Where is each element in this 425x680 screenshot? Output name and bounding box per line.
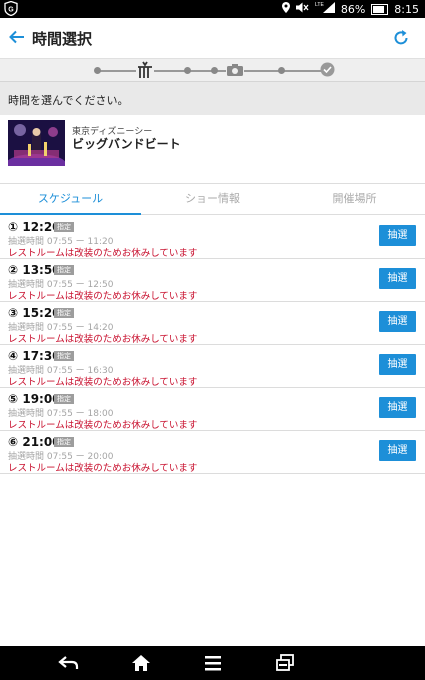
- show-time: ⑤ 19:00: [8, 392, 61, 406]
- progress-stepper: [0, 58, 425, 81]
- home-icon[interactable]: [130, 654, 152, 672]
- warning-text: レストルームは改装のためお休みしています: [8, 248, 198, 259]
- schedule-list: ① 12:20 指定 抽選時間 07:55 ー 11:20 レストルームは改装の…: [0, 216, 425, 474]
- lottery-button[interactable]: 抽選: [379, 225, 416, 246]
- schedule-row: ④ 17:30 指定 抽選時間 07:55 ー 16:30 レストルームは改装の…: [0, 345, 425, 388]
- step-dot: [94, 67, 101, 74]
- svg-text:G: G: [8, 7, 14, 14]
- warning-text: レストルームは改装のためお休みしています: [8, 334, 198, 345]
- status-bar: G LTE 86% 8:15: [0, 0, 425, 18]
- show-header: 東京ディズニーシー ビッグバンドビート: [0, 115, 425, 183]
- show-thumbnail: [8, 120, 65, 166]
- battery-percent: 86%: [340, 2, 366, 16]
- lottery-button[interactable]: 抽選: [379, 354, 416, 375]
- instruction-banner: 時間を選んでください。: [0, 81, 425, 116]
- designated-badge: 指定: [54, 308, 74, 318]
- designated-badge: 指定: [54, 394, 74, 404]
- show-time: ② 13:50: [8, 263, 61, 277]
- camera-icon: [226, 63, 244, 77]
- schedule-row: ② 13:50 指定 抽選時間 07:55 ー 12:50 レストルームは改装の…: [0, 259, 425, 302]
- designated-badge: 指定: [54, 437, 74, 447]
- show-time: ④ 17:30: [8, 349, 61, 363]
- designated-badge: 指定: [54, 222, 74, 232]
- warning-text: レストルームは改装のためお休みしています: [8, 420, 198, 431]
- step-dot: [184, 67, 191, 74]
- lottery-button[interactable]: 抽選: [379, 440, 416, 461]
- step-dot: [278, 67, 285, 74]
- mute-icon: [295, 2, 309, 17]
- designated-badge: 指定: [54, 265, 74, 275]
- instruction-text: 時間を選んでください。: [8, 94, 129, 107]
- lottery-button[interactable]: 抽選: [379, 397, 416, 418]
- check-circle-icon: [320, 62, 335, 77]
- menu-icon[interactable]: [202, 654, 224, 672]
- schedule-row: ⑥ 21:00 指定 抽選時間 07:55 ー 20:00 レストルームは改装の…: [0, 431, 425, 474]
- schedule-row: ① 12:20 指定 抽選時間 07:55 ー 11:20 レストルームは改装の…: [0, 216, 425, 259]
- show-name: ビッグバンドビート: [72, 137, 181, 151]
- signal-icon: LTE: [315, 1, 335, 17]
- refresh-icon[interactable]: [391, 28, 411, 48]
- show-time: ① 12:20: [8, 220, 61, 234]
- lottery-button[interactable]: 抽選: [379, 268, 416, 289]
- app-bar: 時間選択: [0, 18, 425, 58]
- warning-text: レストルームは改装のためお休みしています: [8, 377, 198, 388]
- tab-bar: スケジュール ショー情報 開催場所: [0, 183, 425, 215]
- show-time: ⑥ 21:00: [8, 435, 61, 449]
- show-time: ③ 15:20: [8, 306, 61, 320]
- clock: 8:15: [394, 2, 419, 16]
- designated-badge: 指定: [54, 351, 74, 361]
- battery-icon: [371, 3, 389, 15]
- shield-icon: G: [4, 1, 18, 16]
- schedule-row: ⑤ 19:00 指定 抽選時間 07:55 ー 18:00 レストルームは改装の…: [0, 388, 425, 431]
- recent-apps-icon[interactable]: [274, 654, 296, 672]
- tab-show-info[interactable]: ショー情報: [142, 184, 283, 214]
- lottery-button[interactable]: 抽選: [379, 311, 416, 332]
- back-icon[interactable]: [58, 654, 80, 672]
- step-dot: [211, 67, 218, 74]
- system-nav-bar: [0, 646, 425, 680]
- tab-venue[interactable]: 開催場所: [284, 184, 425, 214]
- dancers-icon: [136, 61, 154, 80]
- network-label: LTE: [315, 2, 324, 8]
- schedule-row: ③ 15:20 指定 抽選時間 07:55 ー 14:20 レストルームは改装の…: [0, 302, 425, 345]
- page-title: 時間選択: [32, 30, 93, 48]
- location-icon: [281, 1, 290, 17]
- tab-schedule[interactable]: スケジュール: [0, 184, 141, 215]
- warning-text: レストルームは改装のためお休みしています: [8, 463, 198, 474]
- warning-text: レストルームは改装のためお休みしています: [8, 291, 198, 302]
- arrow-left-icon[interactable]: [8, 28, 26, 46]
